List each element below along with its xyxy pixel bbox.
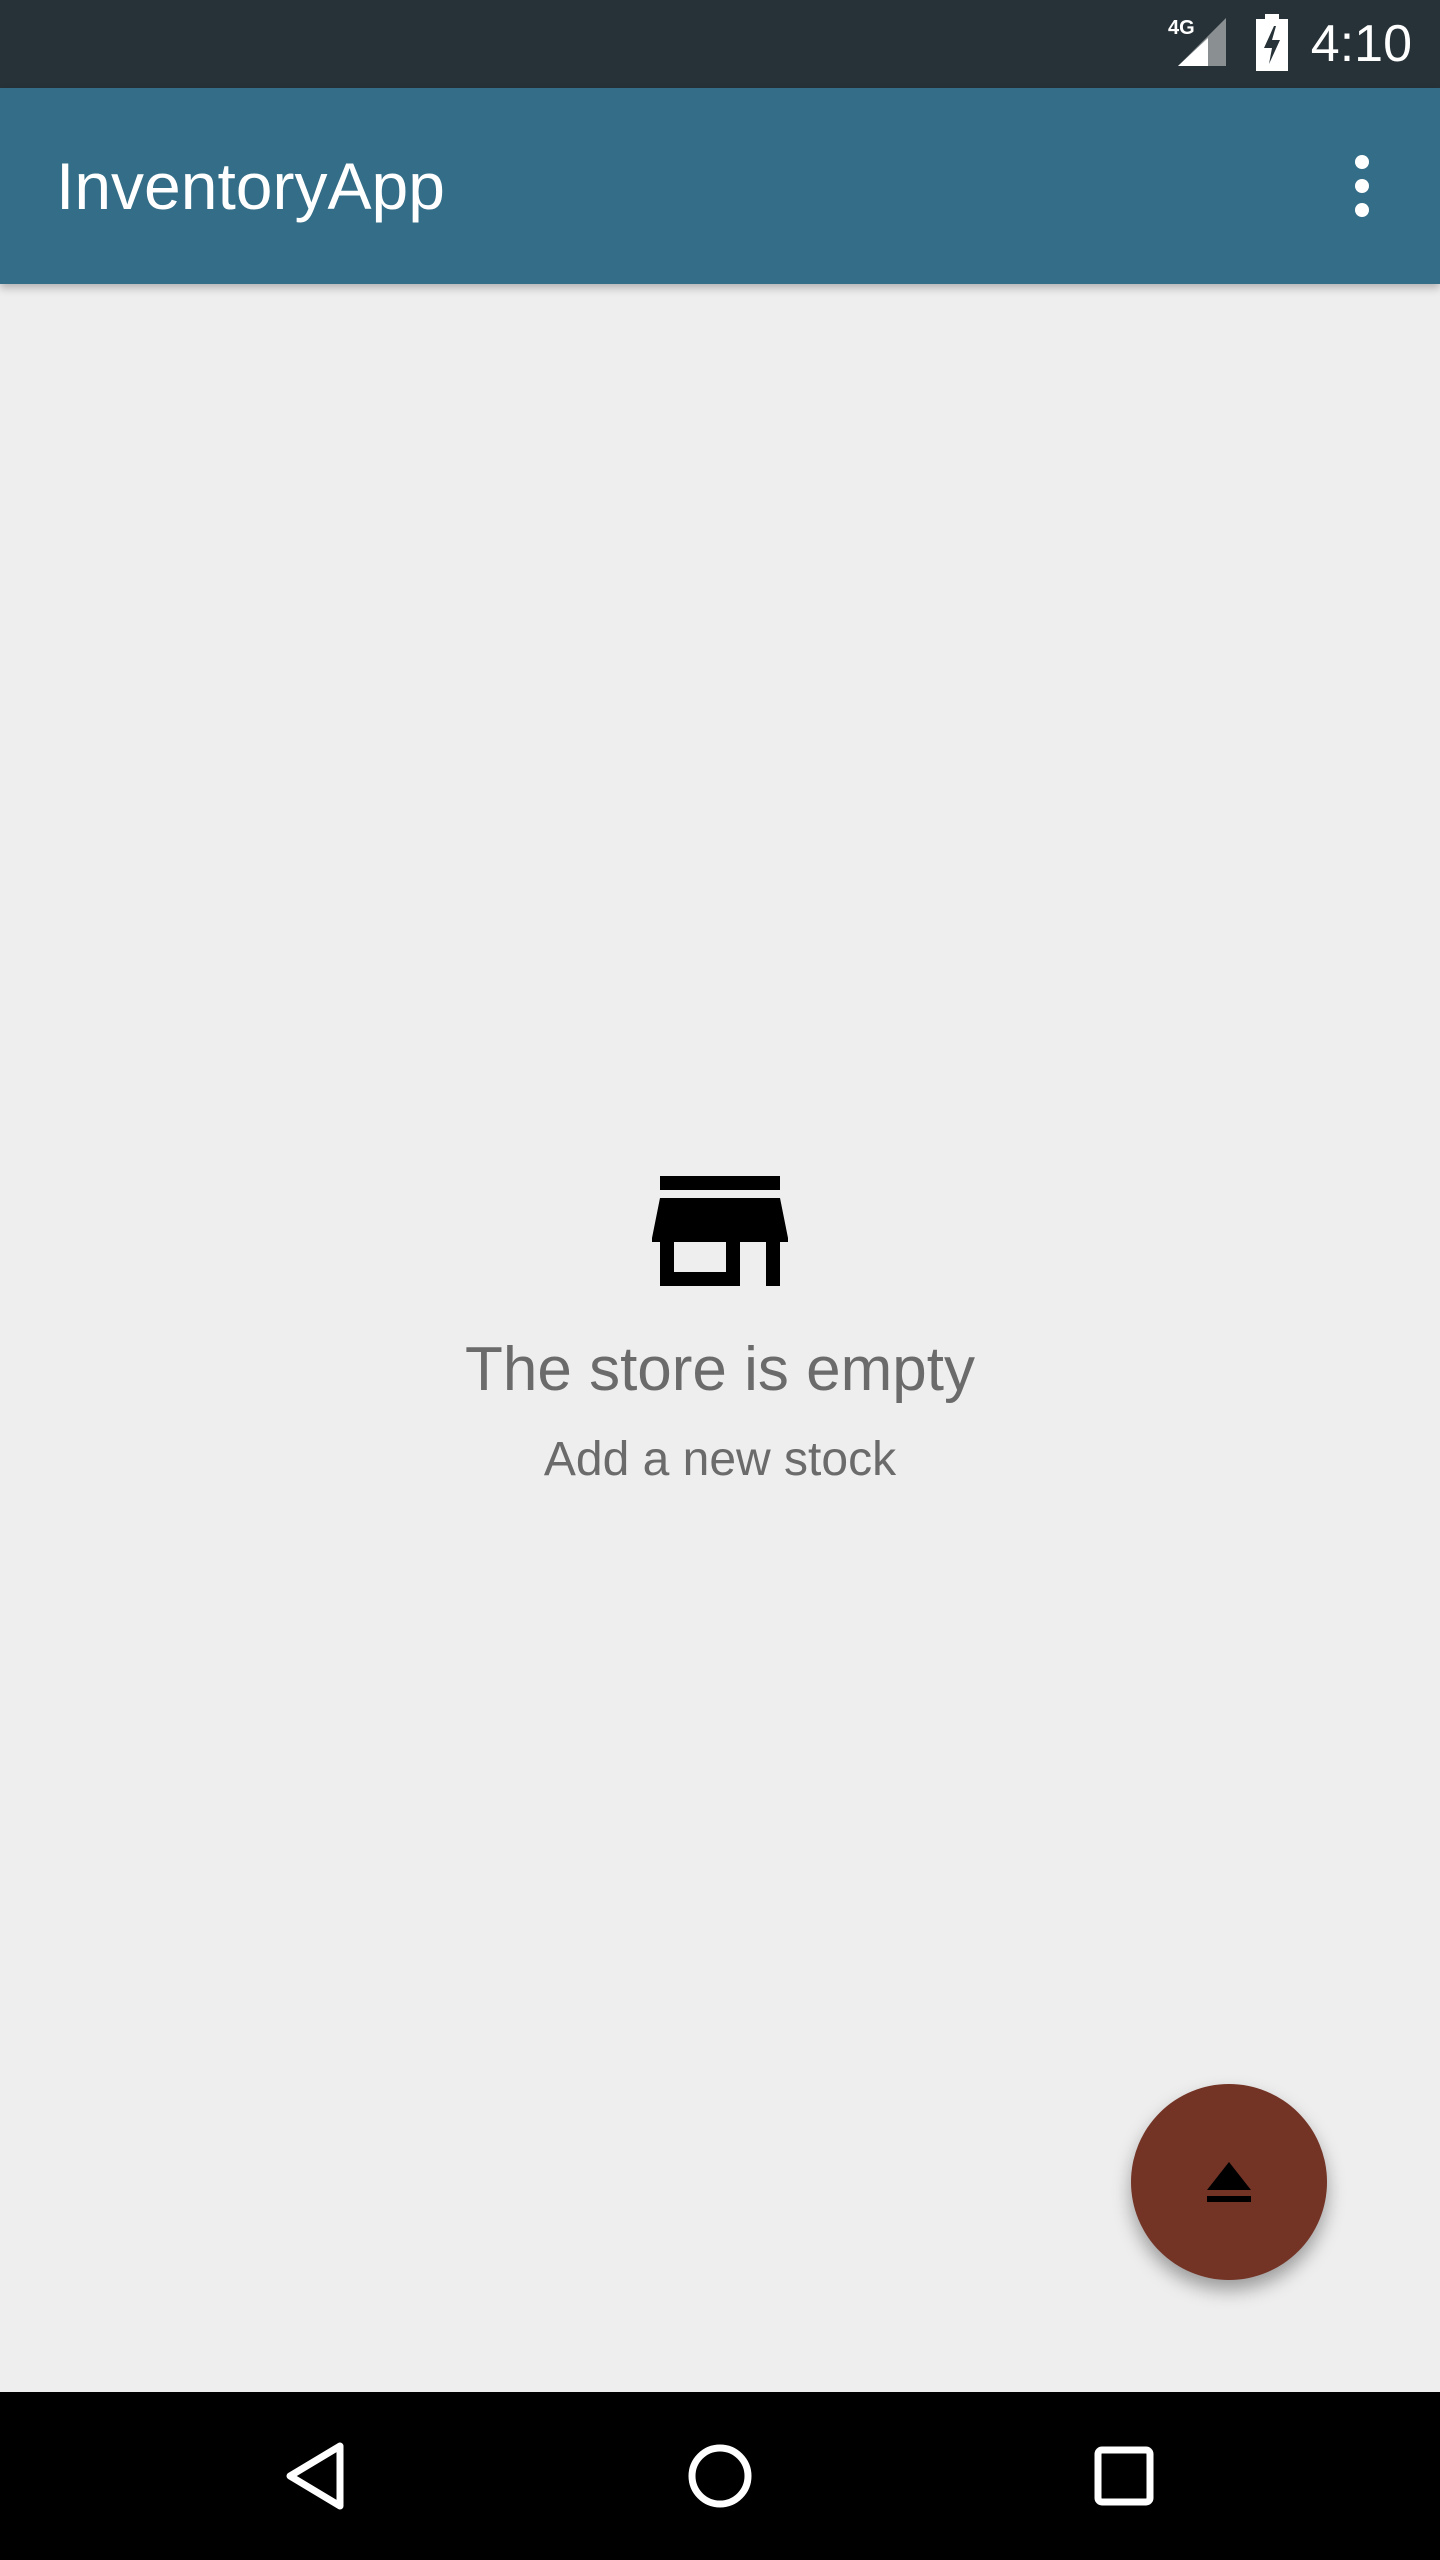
add-stock-fab[interactable] (1131, 2084, 1327, 2280)
clock: 4:10 (1310, 15, 1412, 73)
store-icon (652, 1176, 788, 1286)
battery-charging-icon (1256, 14, 1288, 71)
recents-icon[interactable] (1074, 2426, 1174, 2526)
empty-title: The store is empty (465, 1335, 975, 1404)
home-icon[interactable] (670, 2426, 770, 2526)
eject-icon (1207, 2162, 1251, 2202)
network-type-label: 4G (1168, 17, 1195, 39)
screen: 4G 4:10 InventoryApp The store is empty … (0, 0, 1440, 2560)
status-bar: 4G 4:10 (0, 0, 1440, 88)
signal-icon: 4G (1168, 17, 1226, 66)
empty-subtitle: Add a new stock (543, 1433, 897, 1486)
nav-bar (0, 2392, 1440, 2560)
empty-state: The store is empty Add a new stock (0, 1170, 1440, 1492)
more-vert-icon[interactable] (1322, 146, 1402, 226)
app-title: InventoryApp (56, 149, 445, 223)
app-bar: InventoryApp (0, 88, 1440, 284)
back-icon[interactable] (266, 2426, 366, 2526)
